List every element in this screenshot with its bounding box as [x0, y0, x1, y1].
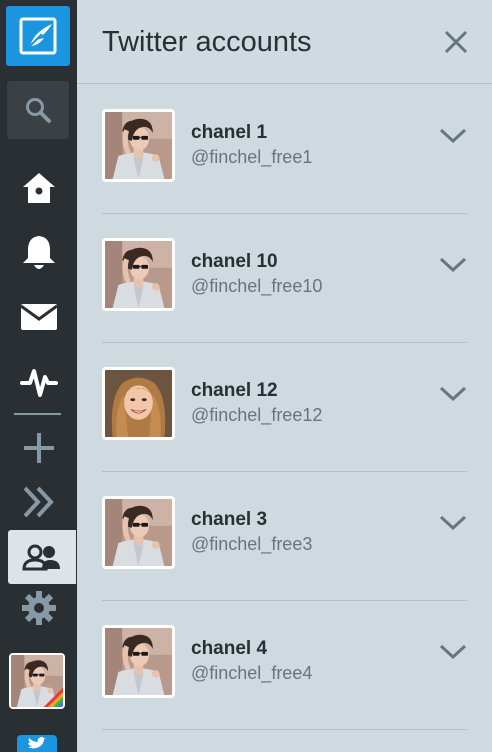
twitter-logo-button[interactable]: [17, 735, 57, 752]
account-handle: @finchel_free12: [191, 405, 323, 425]
chevron-down-icon: [439, 515, 467, 531]
avatar-image: [11, 655, 63, 707]
account-avatar: [102, 109, 175, 182]
notifications-button[interactable]: [8, 224, 70, 280]
navigation-sidebar: [0, 0, 77, 752]
account-handle: @finchel_free4: [191, 663, 313, 683]
account-name: chanel 3: [191, 509, 268, 530]
add-column-button[interactable]: [8, 420, 70, 476]
current-user-avatar[interactable]: [9, 653, 65, 709]
search-button[interactable]: [7, 81, 69, 139]
account-name: chanel 1: [191, 122, 268, 143]
account-row[interactable]: chanel 3 @finchel_free3: [77, 472, 492, 601]
account-name: chanel 12: [191, 380, 278, 401]
bell-icon: [23, 236, 55, 269]
chevron-down-icon: [439, 386, 467, 402]
compose-icon: [19, 17, 57, 55]
account-avatar: [102, 367, 175, 440]
account-list: chanel 1 @finchel_free1 chanel 10 @finch…: [77, 85, 492, 730]
accounts-icon: [22, 544, 60, 571]
expand-account-button[interactable]: [438, 125, 468, 147]
activity-icon: [20, 369, 58, 397]
messages-button[interactable]: [8, 289, 70, 345]
home-button[interactable]: [8, 160, 70, 216]
home-icon: [23, 173, 55, 203]
compose-button[interactable]: [6, 6, 70, 66]
account-avatar: [102, 496, 175, 569]
nav-divider: [14, 413, 61, 415]
accounts-button[interactable]: [8, 530, 76, 584]
account-name: chanel 4: [191, 638, 268, 659]
account-avatar: [102, 238, 175, 311]
expand-button[interactable]: [8, 474, 70, 530]
expand-account-button[interactable]: [438, 254, 468, 276]
mail-icon: [20, 304, 58, 330]
chevron-down-icon: [439, 257, 467, 273]
twitter-bird-icon: [28, 737, 46, 749]
expand-account-button[interactable]: [438, 383, 468, 405]
account-handle: @finchel_free3: [191, 534, 313, 554]
gear-icon: [22, 591, 56, 625]
activity-button[interactable]: [8, 354, 70, 410]
plus-icon: [24, 433, 54, 463]
twitter-accounts-panel: Twitter accounts chanel 1 @finchel_free1: [77, 0, 492, 752]
search-icon: [26, 98, 51, 123]
account-handle: @finchel_free1: [191, 147, 313, 167]
account-row[interactable]: chanel 10 @finchel_free10: [77, 214, 492, 343]
double-chevron-right-icon: [23, 486, 54, 518]
account-row[interactable]: chanel 12 @finchel_free12: [77, 343, 492, 472]
account-avatar: [102, 625, 175, 698]
close-icon: [444, 30, 468, 54]
chevron-down-icon: [439, 644, 467, 660]
panel-title: Twitter accounts: [102, 26, 312, 58]
account-row[interactable]: chanel 1 @finchel_free1: [77, 85, 492, 214]
panel-header: Twitter accounts: [77, 0, 492, 84]
close-button[interactable]: [442, 28, 470, 56]
chevron-down-icon: [439, 128, 467, 144]
account-row[interactable]: chanel 4 @finchel_free4: [77, 601, 492, 730]
settings-button[interactable]: [8, 580, 70, 636]
account-handle: @finchel_free10: [191, 276, 323, 296]
account-name: chanel 10: [191, 251, 278, 272]
expand-account-button[interactable]: [438, 512, 468, 534]
expand-account-button[interactable]: [438, 641, 468, 663]
